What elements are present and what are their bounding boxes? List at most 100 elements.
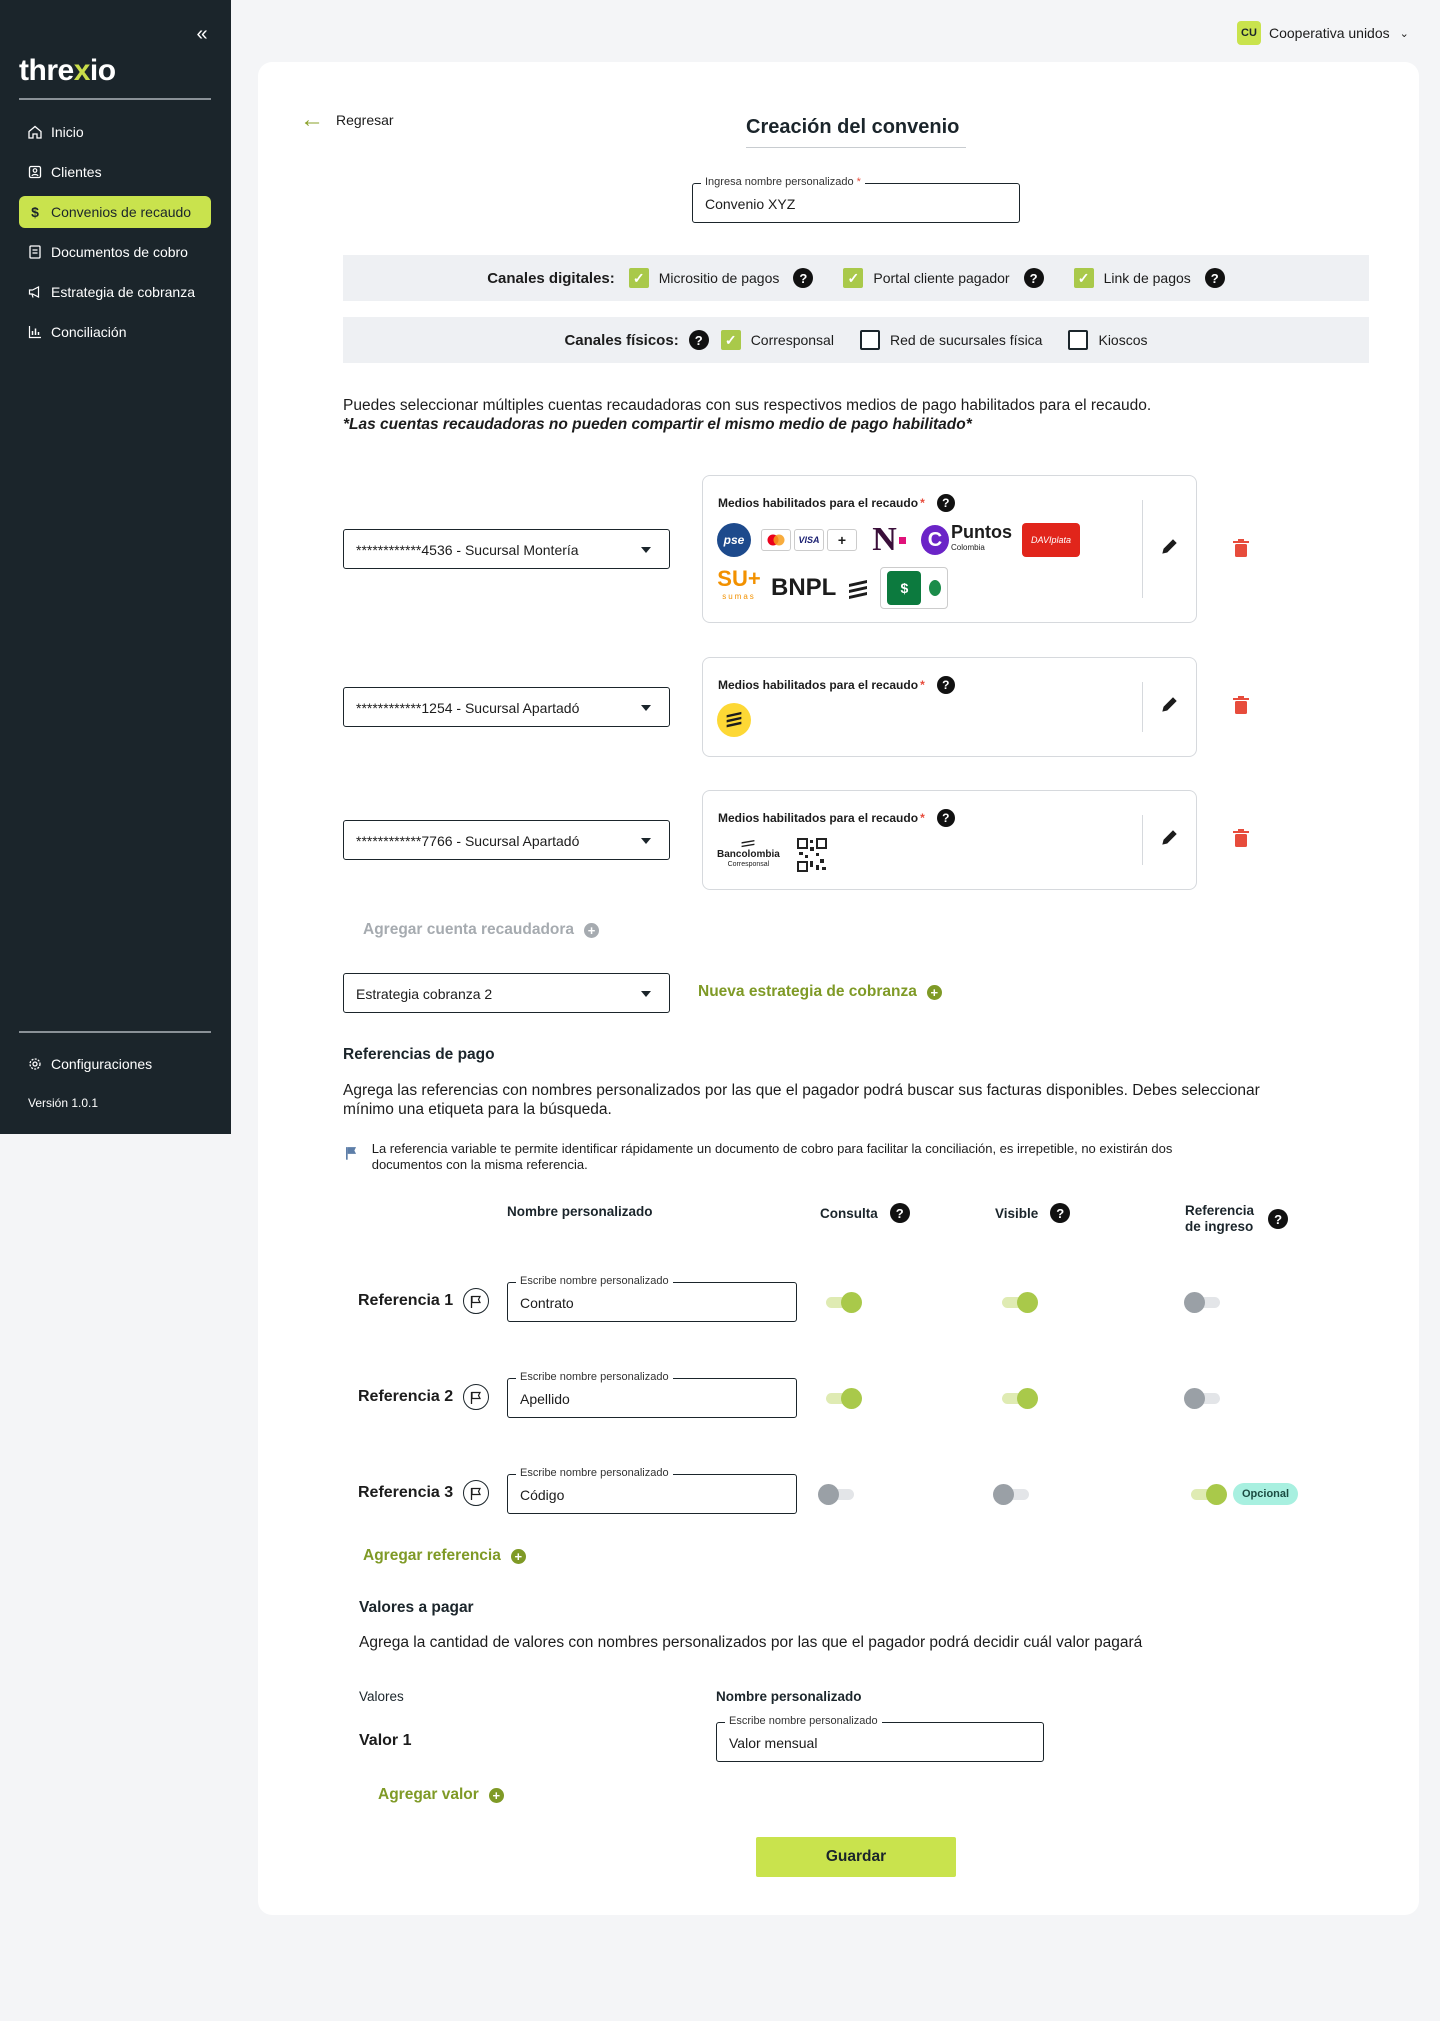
sidebar-item-label: Inicio — [51, 124, 84, 140]
mastercard-icon — [761, 529, 791, 551]
sidebar-item-label: Conciliación — [51, 324, 127, 340]
help-icon[interactable]: ? — [889, 1203, 910, 1223]
chevron-down-icon: ⌄ — [1399, 27, 1409, 40]
checkbox-corresponsal[interactable]: ✓ Corresponsal — [720, 330, 834, 350]
toggle-ingreso-3[interactable] — [1187, 1482, 1227, 1506]
field-value: Convenio XYZ — [705, 196, 796, 212]
help-icon[interactable]: ? — [936, 494, 955, 512]
col-nombre-valor: Nombre personalizado — [716, 1689, 862, 1704]
plus-circle-icon: + — [510, 1548, 526, 1564]
caret-down-icon — [641, 991, 651, 997]
col-visible: Visible? — [995, 1203, 1071, 1223]
valor-1-field[interactable]: Escribe nombre personalizado Valor mensu… — [716, 1715, 1044, 1762]
toggle-ingreso-1[interactable] — [1184, 1290, 1224, 1314]
col-valores: Valores — [359, 1689, 404, 1704]
toggle-ingreso-2[interactable] — [1184, 1386, 1224, 1410]
media-box-1: Medios habilitados para el recaudo *? pse… — [702, 475, 1197, 623]
toggle-visible-3[interactable] — [993, 1482, 1033, 1506]
gear-icon — [27, 1056, 43, 1072]
trash-icon[interactable] — [1233, 696, 1251, 716]
caret-down-icon — [641, 705, 651, 711]
collapse-sidebar-icon[interactable]: « — [190, 22, 214, 46]
account-select-3[interactable]: ************7766 - Sucursal Apartadó — [343, 820, 670, 860]
sidebar: « threxio Inicio Clientes $ Convenios de… — [0, 0, 231, 1134]
media-box-2: Medios habilitados para el recaudo *? — [702, 657, 1197, 757]
checkbox-portal[interactable]: ✓ Portal cliente pagador — [843, 268, 1010, 288]
sidebar-item-clientes[interactable]: Clientes — [19, 156, 211, 188]
convenio-name-field[interactable]: Ingresa nombre personalizado * Convenio … — [692, 176, 1020, 223]
edit-icon[interactable] — [1158, 827, 1182, 851]
field-label: Ingresa nombre personalizado * — [701, 176, 865, 188]
payment-logos — [717, 703, 761, 737]
sidebar-item-convenios[interactable]: $ Convenios de recaudo — [19, 196, 211, 228]
checkbox-red-sucursales[interactable]: Red de sucursales física — [859, 330, 1042, 350]
media-label: Medios habilitados para el recaudo *? — [718, 809, 955, 827]
user-menu[interactable]: CU Cooperativa unidos ⌄ — [1237, 21, 1409, 45]
valores-description: Agrega la cantidad de valores con nombre… — [359, 1634, 1143, 1651]
sidebar-config: Configuraciones — [19, 1048, 211, 1088]
trash-icon[interactable] — [1233, 539, 1251, 559]
new-strategy-button[interactable]: Nueva estrategia de cobranza + — [698, 983, 942, 1001]
help-icon[interactable]: ? — [1023, 268, 1044, 288]
avatar: CU — [1237, 21, 1261, 45]
edit-icon[interactable] — [1158, 694, 1182, 718]
flag-icon[interactable] — [463, 1288, 490, 1314]
back-button[interactable]: ← Regresar — [300, 108, 394, 132]
caret-down-icon — [641, 838, 651, 844]
col-consulta: Consulta? — [820, 1203, 910, 1223]
megaphone-icon — [27, 284, 43, 300]
help-icon[interactable]: ? — [936, 809, 955, 827]
flag-icon[interactable] — [463, 1480, 490, 1506]
sidebar-item-documentos[interactable]: Documentos de cobro — [19, 236, 211, 268]
toggle-visible-2[interactable] — [998, 1386, 1038, 1410]
checkbox-micrositio[interactable]: ✓ Micrositio de pagos — [628, 268, 779, 288]
reference-2-label: Referencia 2 — [358, 1384, 490, 1410]
help-icon[interactable]: ? — [1268, 1209, 1289, 1229]
toggle-consulta-3[interactable] — [818, 1482, 858, 1506]
help-icon[interactable]: ? — [1204, 268, 1225, 288]
toggle-visible-1[interactable] — [998, 1290, 1038, 1314]
trash-icon[interactable] — [1233, 829, 1251, 849]
estrategia-select[interactable]: Estrategia cobranza 2 — [343, 973, 670, 1013]
reference-2-field[interactable]: Escribe nombre personalizado Apellido — [507, 1371, 797, 1418]
page-title: Creación del convenio — [746, 116, 966, 148]
help-icon[interactable]: ? — [793, 268, 814, 288]
checkbox-link-pagos[interactable]: ✓ Link de pagos — [1073, 268, 1191, 288]
edit-icon[interactable] — [1158, 536, 1182, 560]
account-select-1[interactable]: ************4536 - Sucursal Montería — [343, 529, 670, 569]
sidebar-item-estrategia[interactable]: Estrategia de cobranza — [19, 276, 211, 308]
add-reference-button[interactable]: Agregar referencia + — [363, 1547, 526, 1565]
reference-3-field[interactable]: Escribe nombre personalizado Código — [507, 1467, 797, 1514]
media-box-3: Medios habilitados para el recaudo *? Ban… — [702, 790, 1197, 890]
add-account-button[interactable]: Agregar cuenta recaudadora + — [363, 921, 600, 939]
account-select-2[interactable]: ************1254 - Sucursal Apartadó — [343, 687, 670, 727]
payment-logos: pse VISA + N C Puntos Colombia DAVIplata … — [717, 521, 1112, 609]
reference-note: La referencia variable te permite identi… — [346, 1141, 1226, 1173]
help-icon[interactable]: ? — [688, 330, 709, 350]
media-label: Medios habilitados para el recaudo *? — [718, 494, 955, 512]
sidebar-item-conciliacion[interactable]: Conciliación — [19, 316, 211, 348]
reference-1-field[interactable]: Escribe nombre personalizado Contrato — [507, 1275, 797, 1322]
help-icon[interactable]: ? — [1050, 1203, 1071, 1223]
help-icon[interactable]: ? — [936, 676, 955, 694]
sidebar-item-configuraciones[interactable]: Configuraciones — [19, 1048, 211, 1080]
bancolombia-icon — [846, 577, 870, 599]
add-value-button[interactable]: Agregar valor + — [378, 1786, 504, 1804]
toggle-consulta-2[interactable] — [822, 1386, 862, 1410]
checkbox-kioscos[interactable]: Kioscos — [1068, 330, 1148, 350]
sidebar-item-label: Documentos de cobro — [51, 244, 188, 260]
nequi-logo: $ — [880, 567, 949, 609]
document-icon — [27, 244, 43, 260]
sidebar-item-inicio[interactable]: Inicio — [19, 116, 211, 148]
flag-icon[interactable] — [463, 1384, 490, 1410]
bar-chart-icon — [27, 324, 43, 340]
pse-logo: pse — [717, 523, 751, 557]
payment-logos: Bancolombia Corresponsal — [717, 837, 838, 873]
flag-icon — [346, 1147, 357, 1160]
version-label: Versión 1.0.1 — [28, 1096, 99, 1110]
bancolombia-corresponsal-logo: Bancolombia Corresponsal — [717, 840, 780, 870]
more-cards-icon: + — [827, 529, 857, 551]
save-button[interactable]: Guardar — [756, 1837, 956, 1877]
toggle-consulta-1[interactable] — [822, 1290, 862, 1314]
sumas-logo: SU+ sumas — [717, 566, 761, 602]
